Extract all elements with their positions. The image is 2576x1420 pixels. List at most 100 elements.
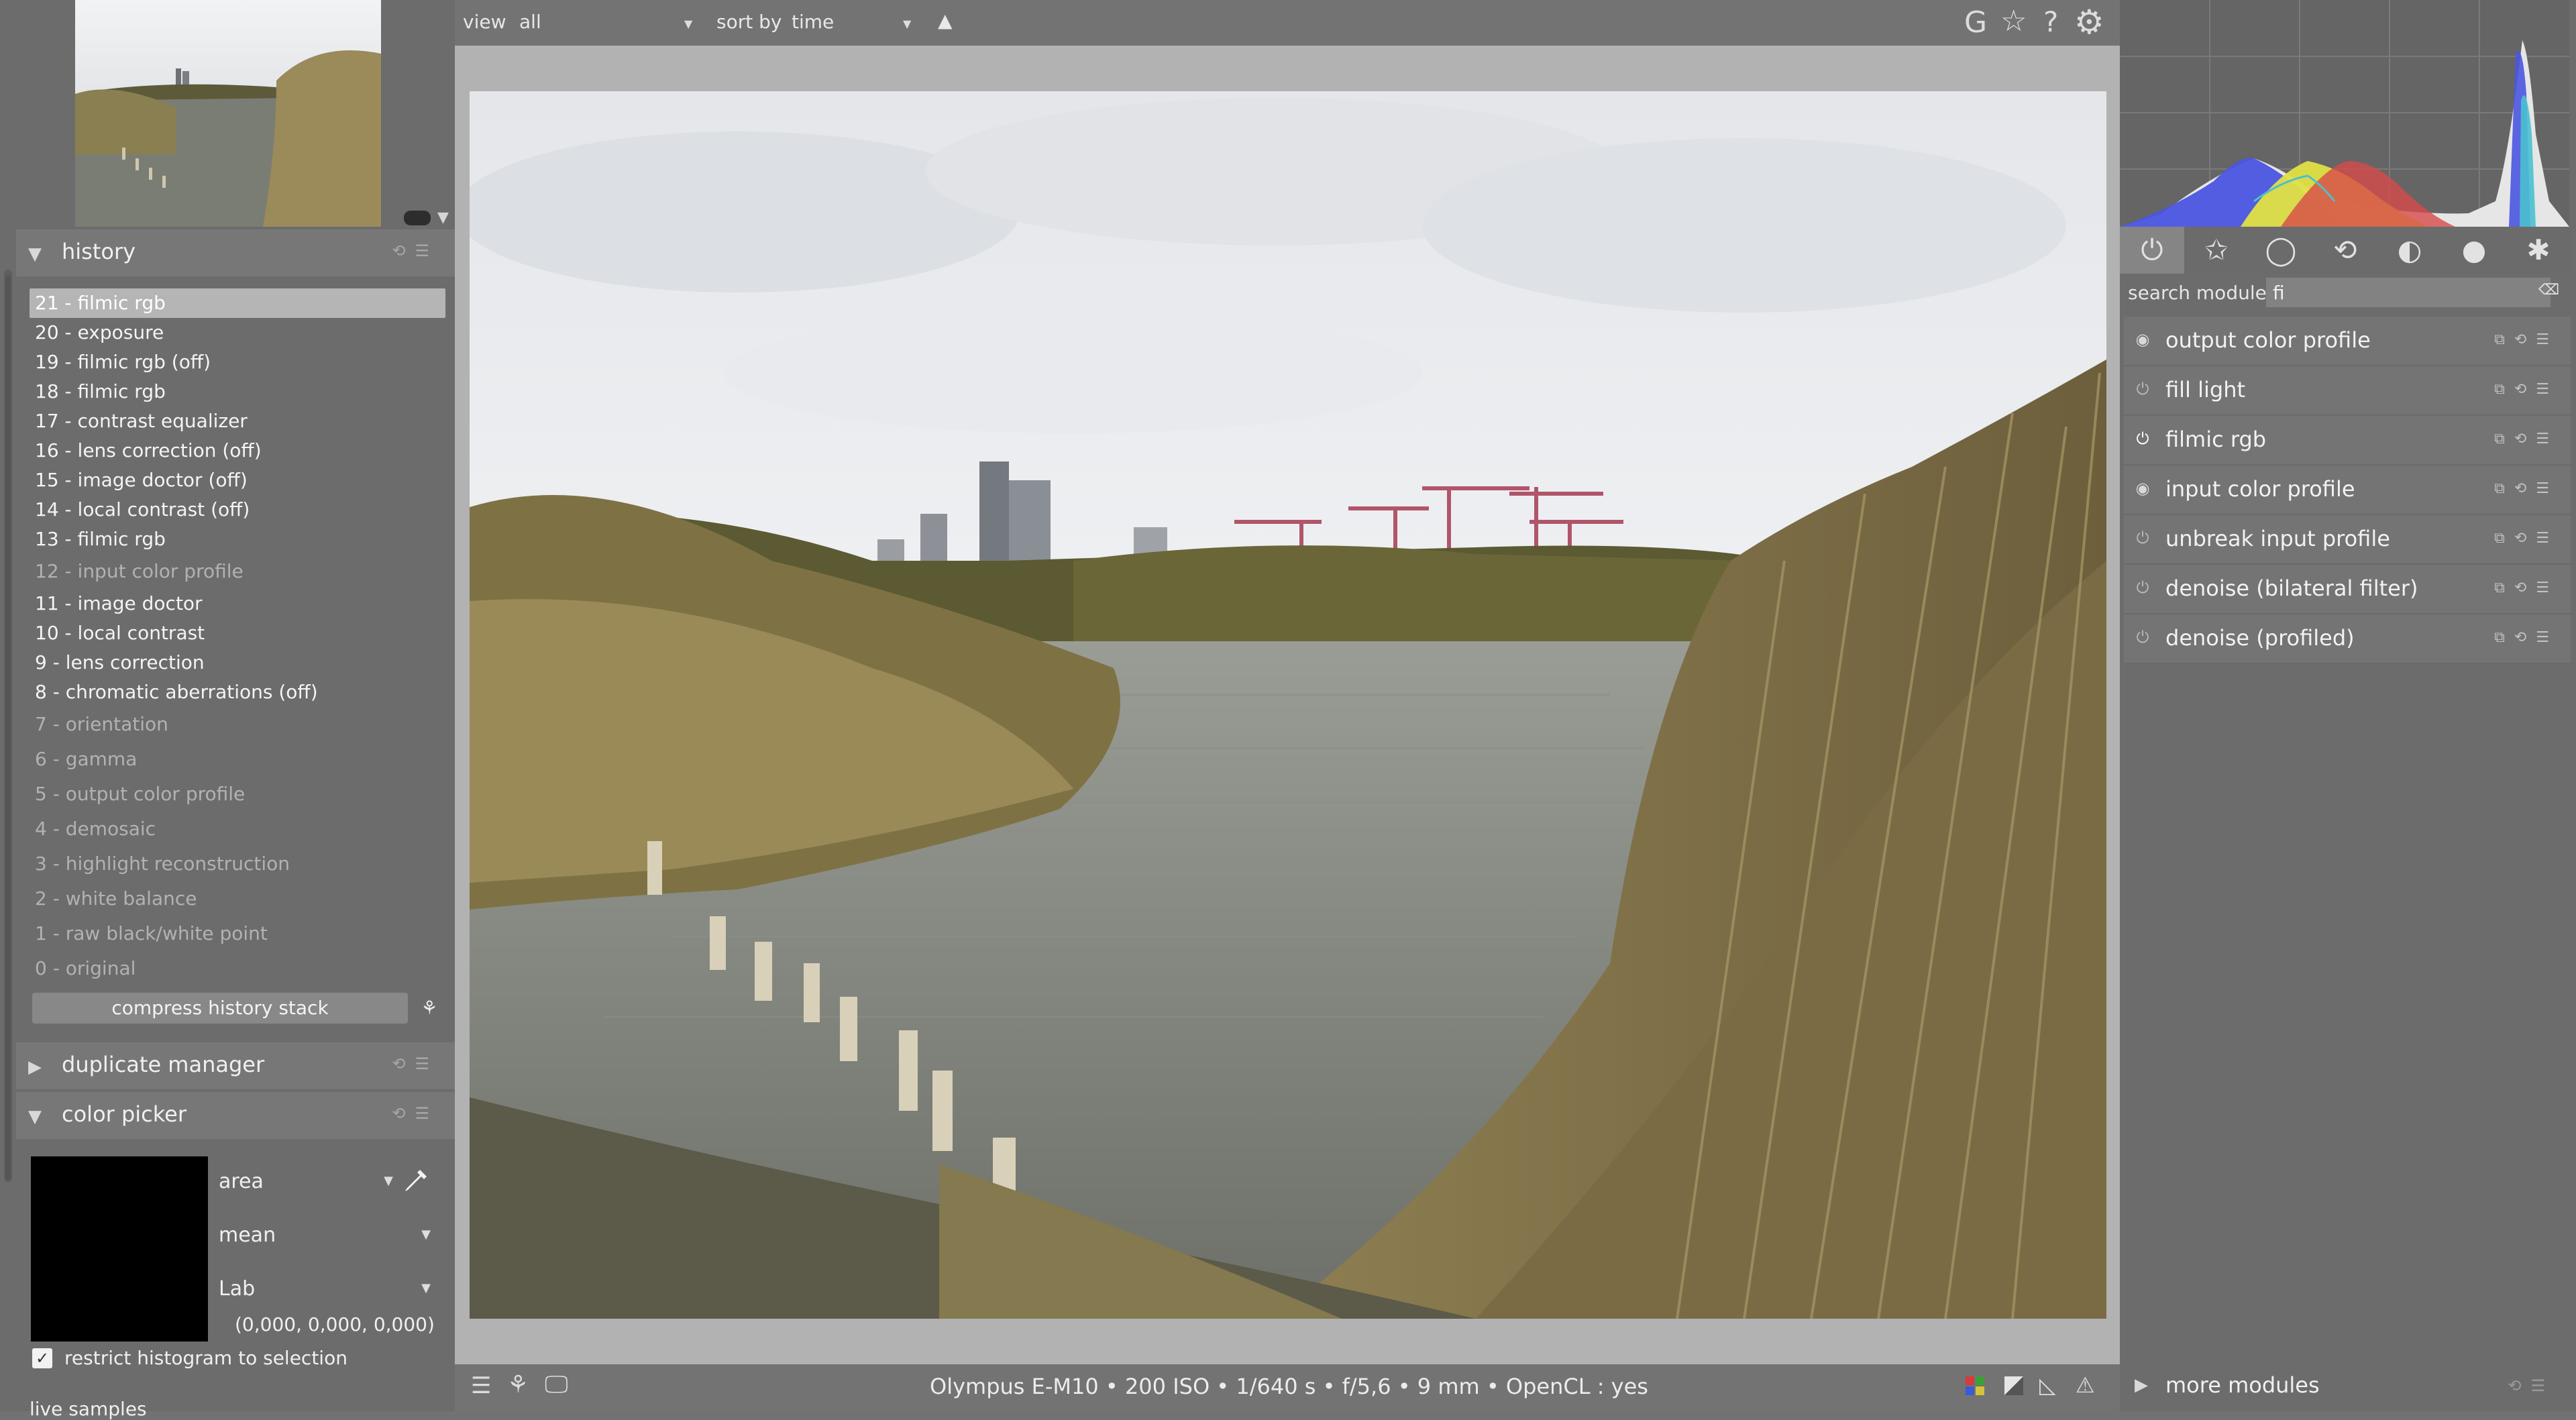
- active-modules-tab[interactable]: ⏻: [2120, 227, 2184, 274]
- edited-photo[interactable]: [470, 91, 2106, 1319]
- history-item[interactable]: 12 - input color profile: [30, 554, 445, 589]
- compress-history-button[interactable]: compress history stack: [32, 993, 408, 1024]
- clipping-icon[interactable]: [2003, 1375, 2025, 1397]
- module-action-icons[interactable]: ⧉⟲☰: [2494, 480, 2559, 497]
- history-item[interactable]: 16 - lens correction (off): [30, 436, 445, 466]
- image-info-status: Olympus E-M10 • 200 ISO • 1/640 s • f/5,…: [930, 1374, 1648, 1399]
- eyedropper-icon[interactable]: [401, 1166, 431, 1195]
- history-item[interactable]: 10 - local contrast: [30, 618, 445, 648]
- module-row[interactable]: ⏻ unbreak input profile ⧉⟲☰: [2124, 515, 2571, 565]
- display-profile-icon[interactable]: [404, 211, 431, 225]
- module-row[interactable]: ◉ input color profile ⧉⟲☰: [2124, 466, 2571, 515]
- module-row[interactable]: ◉ output color profile ⧉⟲☰: [2124, 317, 2571, 366]
- module-header-icons[interactable]: ⟲☰: [392, 1104, 439, 1123]
- history-item[interactable]: 17 - contrast equalizer: [30, 406, 445, 436]
- favorites-tab[interactable]: ✩: [2184, 227, 2249, 274]
- base-modules-tab[interactable]: ◯: [2249, 227, 2313, 274]
- history-item[interactable]: 14 - local contrast (off): [30, 495, 445, 525]
- view-label: view: [463, 11, 506, 33]
- module-power-icon[interactable]: ⏻: [2133, 380, 2152, 398]
- sort-by-dropdown[interactable]: time: [792, 11, 834, 33]
- dropdown-arrow-icon: ▼: [384, 1174, 393, 1188]
- module-action-icons[interactable]: ⧉⟲☰: [2494, 331, 2559, 348]
- softproof-icon[interactable]: ◺: [2039, 1372, 2056, 1398]
- restrict-histogram-checkbox[interactable]: ✓: [32, 1348, 52, 1368]
- history-item[interactable]: 21 - filmic rgb: [30, 288, 445, 318]
- module-row[interactable]: ⏻ fill light ⧉⟲☰: [2124, 366, 2571, 416]
- search-module-input[interactable]: [2266, 278, 2551, 307]
- navigation-thumbnail[interactable]: [75, 0, 381, 227]
- module-power-icon[interactable]: ◉: [2133, 330, 2152, 349]
- module-power-icon[interactable]: ⏻: [2133, 429, 2152, 448]
- history-module-header[interactable]: ▼ history ⟲☰: [16, 229, 455, 276]
- module-row[interactable]: ⏻ filmic rgb ⧉⟲☰: [2124, 416, 2571, 466]
- history-item[interactable]: 20 - exposure: [30, 318, 445, 347]
- hamburger-menu-icon[interactable]: ☰: [471, 1372, 491, 1399]
- thumbnail-menu-icon[interactable]: ▼: [437, 209, 449, 226]
- more-modules-row[interactable]: ▶ more modules ⟲☰: [2124, 1364, 2571, 1411]
- second-window-icon[interactable]: 🖵: [545, 1371, 568, 1399]
- color-modules-tab[interactable]: ◐: [2377, 227, 2442, 274]
- clear-search-icon[interactable]: ⌫: [2538, 282, 2559, 298]
- grouping-icon[interactable]: G: [1964, 5, 1987, 40]
- top-toolbar: [455, 0, 2120, 46]
- picker-statistic-dropdown[interactable]: mean ▼: [219, 1215, 440, 1256]
- history-item[interactable]: 3 - highlight reconstruction: [30, 846, 445, 881]
- history-item[interactable]: 19 - filmic rgb (off): [30, 347, 445, 377]
- module-group-tabs: ⏻ ✩ ◯ ⟲ ◐ ● ✱: [2120, 227, 2571, 274]
- settings-gear-icon[interactable]: ⚙: [2074, 3, 2104, 42]
- module-power-icon[interactable]: ⏻: [2133, 529, 2152, 547]
- module-row[interactable]: ⏻ denoise (profiled) ⧉⟲☰: [2124, 614, 2571, 664]
- star-icon[interactable]: ☆: [2000, 4, 2027, 38]
- module-power-icon[interactable]: ◉: [2133, 479, 2152, 498]
- module-row[interactable]: ⏻ denoise (bilateral filter) ⧉⟲☰: [2124, 565, 2571, 614]
- history-item[interactable]: 0 - original: [30, 951, 445, 986]
- raw-overexposed-icon[interactable]: [1964, 1375, 1986, 1397]
- history-item[interactable]: 5 - output color profile: [30, 777, 445, 812]
- module-action-icons[interactable]: ⧉⟲☰: [2494, 381, 2559, 398]
- styles-icon[interactable]: ⚘: [507, 1371, 529, 1399]
- module-power-icon[interactable]: ⏻: [2133, 628, 2152, 647]
- dropdown-arrow-icon: ▼: [421, 1227, 431, 1242]
- color-picker-swatch: [31, 1156, 208, 1342]
- picker-colorspace-dropdown[interactable]: Lab ▼: [219, 1269, 440, 1309]
- copy-history-icon[interactable]: ⚘: [415, 993, 444, 1024]
- module-name: unbreak input profile: [2165, 526, 2390, 551]
- dropdown-arrow-icon[interactable]: ▼: [903, 17, 911, 30]
- module-action-icons[interactable]: ⧉⟲☰: [2494, 629, 2559, 646]
- effect-modules-tab[interactable]: ✱: [2506, 227, 2571, 274]
- history-item[interactable]: 9 - lens correction: [30, 648, 445, 677]
- gamut-check-icon[interactable]: ⚠: [2076, 1372, 2095, 1398]
- left-panel-scrollbar-thumb[interactable]: [5, 275, 11, 1181]
- history-item[interactable]: 6 - gamma: [30, 742, 445, 777]
- tone-modules-tab[interactable]: ⟲: [2313, 227, 2377, 274]
- history-item[interactable]: 1 - raw black/white point: [30, 916, 445, 951]
- history-item[interactable]: 4 - demosaic: [30, 812, 445, 846]
- correct-modules-tab[interactable]: ●: [2442, 227, 2506, 274]
- help-icon[interactable]: ?: [2043, 5, 2058, 38]
- module-header-icons[interactable]: ⟲☰: [2508, 1376, 2555, 1395]
- sort-direction-icon[interactable]: ▲: [938, 9, 953, 32]
- module-power-icon[interactable]: ⏻: [2133, 578, 2152, 597]
- module-name: denoise (profiled): [2165, 625, 2355, 651]
- color-picker-header[interactable]: ▼ color picker ⟲☰: [16, 1092, 455, 1139]
- history-item[interactable]: 18 - filmic rgb: [30, 377, 445, 406]
- view-filter-dropdown[interactable]: all: [519, 11, 541, 33]
- history-item[interactable]: 7 - orientation: [30, 707, 445, 742]
- history-item[interactable]: 15 - image doctor (off): [30, 466, 445, 495]
- history-item[interactable]: 13 - filmic rgb: [30, 525, 445, 554]
- module-header-icons[interactable]: ⟲☰: [392, 1054, 439, 1073]
- module-action-icons[interactable]: ⧉⟲☰: [2494, 530, 2559, 547]
- dropdown-arrow-icon[interactable]: ▼: [684, 17, 692, 30]
- module-header-icons[interactable]: ⟲☰: [392, 241, 439, 260]
- histogram[interactable]: [2120, 0, 2569, 227]
- history-item[interactable]: 2 - white balance: [30, 881, 445, 916]
- history-item[interactable]: 8 - chromatic aberrations (off): [30, 677, 445, 707]
- module-action-icons[interactable]: ⧉⟲☰: [2494, 580, 2559, 596]
- duplicate-manager-header[interactable]: ▶ duplicate manager ⟲☰: [16, 1042, 455, 1089]
- module-action-icons[interactable]: ⧉⟲☰: [2494, 431, 2559, 447]
- history-item[interactable]: 11 - image doctor: [30, 589, 445, 618]
- module-name: denoise (bilateral filter): [2165, 576, 2418, 601]
- collapse-icon: ▼: [28, 244, 42, 264]
- dropdown-arrow-icon: ▼: [421, 1281, 431, 1295]
